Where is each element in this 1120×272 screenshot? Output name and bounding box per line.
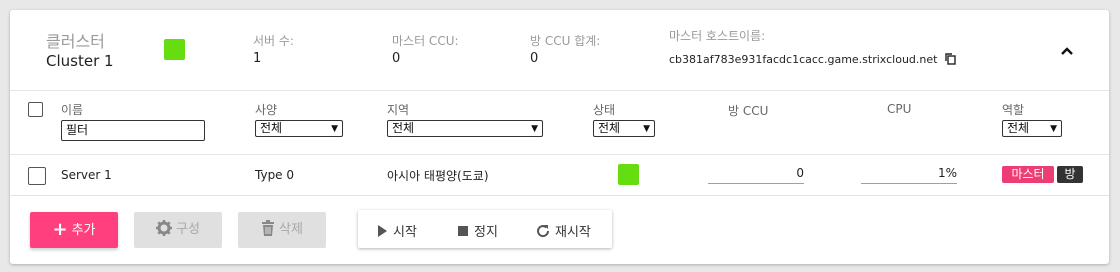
master-ccu-value: 0 xyxy=(392,51,401,66)
region-filter-value: 전체 xyxy=(392,121,415,135)
stop-button[interactable]: 정지 xyxy=(458,221,498,240)
add-button-label: 추가 xyxy=(71,223,96,238)
gear-icon xyxy=(156,215,173,251)
stop-icon xyxy=(458,225,468,240)
configure-button[interactable]: 구성 xyxy=(134,212,222,248)
restart-button-label: 재시작 xyxy=(555,225,591,240)
column-header-status: 상태 xyxy=(593,103,616,117)
plus-icon: + xyxy=(52,219,68,240)
select-all-checkbox[interactable] xyxy=(28,102,43,117)
trash-icon xyxy=(261,215,275,251)
master-host-label: 마스터 호스트이름: xyxy=(669,29,766,43)
server-count-value: 1 xyxy=(253,51,262,66)
delete-button-label: 삭제 xyxy=(279,222,303,237)
region-filter-select[interactable]: 전체 ▼ xyxy=(387,120,543,137)
cpu-value: 1% xyxy=(861,166,957,184)
column-header-name: 이름 xyxy=(61,103,84,117)
room-ccu-total-value: 0 xyxy=(530,51,539,66)
server-spec: Type 0 xyxy=(255,168,295,182)
room-ccu-total-label: 방 CCU 합계: xyxy=(530,34,601,48)
master-ccu-label: 마스터 CCU: xyxy=(392,34,459,48)
play-icon xyxy=(378,225,387,241)
server-count-label: 서버 수: xyxy=(253,34,294,48)
server-status-indicator xyxy=(618,164,639,185)
room-ccu-value: 0 xyxy=(708,166,804,184)
column-header-room-ccu: 방 CCU xyxy=(728,104,769,118)
master-host-row: cb381af783e931facdc1cacc.game.strixcloud… xyxy=(669,48,956,69)
add-button[interactable]: + 추가 xyxy=(30,212,118,248)
server-control-group: 시작 정지 재시작 xyxy=(358,210,612,248)
cluster-name: Cluster 1 xyxy=(46,52,114,70)
column-header-role: 역할 xyxy=(1002,103,1025,117)
refresh-icon xyxy=(536,224,550,242)
server-region: 아시아 태평양(도쿄) xyxy=(387,169,489,183)
start-button[interactable]: 시작 xyxy=(378,221,417,241)
column-header-spec: 사양 xyxy=(255,103,278,117)
row-divider xyxy=(10,195,1109,196)
column-header-cpu: CPU xyxy=(887,102,912,116)
delete-button[interactable]: 삭제 xyxy=(238,212,326,248)
stop-button-label: 정지 xyxy=(474,225,498,240)
role-badge-room: 방 xyxy=(1057,166,1083,183)
server-name: Server 1 xyxy=(61,168,112,182)
cluster-label: 클러스터 xyxy=(46,32,105,51)
header-divider xyxy=(10,90,1109,91)
chevron-down-icon: ▼ xyxy=(531,124,538,134)
role-filter-select[interactable]: 전체 ▼ xyxy=(1002,120,1062,137)
restart-button[interactable]: 재시작 xyxy=(536,221,591,242)
chevron-down-icon: ▼ xyxy=(331,124,338,134)
cluster-status-indicator xyxy=(164,39,185,60)
row-checkbox[interactable] xyxy=(28,167,46,185)
chevron-down-icon: ▼ xyxy=(1050,124,1057,134)
column-header-region: 지역 xyxy=(387,103,410,117)
table-row[interactable]: Server 1 Type 0 아시아 태평양(도쿄) 0 1% 마스터 방 xyxy=(10,155,1109,194)
status-filter-select[interactable]: 전체 ▼ xyxy=(593,120,655,137)
spec-filter-select[interactable]: 전체 ▼ xyxy=(255,120,343,137)
name-filter-input[interactable]: 필터 xyxy=(61,120,205,141)
cluster-card: 클러스터 Cluster 1 서버 수: 1 마스터 CCU: 0 방 CCU … xyxy=(10,10,1109,264)
master-host-value: cb381af783e931facdc1cacc.game.strixcloud… xyxy=(669,53,938,66)
status-filter-value: 전체 xyxy=(598,121,621,135)
role-filter-value: 전체 xyxy=(1007,121,1030,135)
start-button-label: 시작 xyxy=(393,225,417,240)
role-badge-master: 마스터 xyxy=(1002,166,1054,183)
chevron-down-icon: ▼ xyxy=(643,124,650,134)
configure-button-label: 구성 xyxy=(176,222,200,237)
chevron-up-icon[interactable] xyxy=(1060,41,1074,60)
copy-icon[interactable] xyxy=(944,50,956,69)
spec-filter-value: 전체 xyxy=(260,121,283,135)
